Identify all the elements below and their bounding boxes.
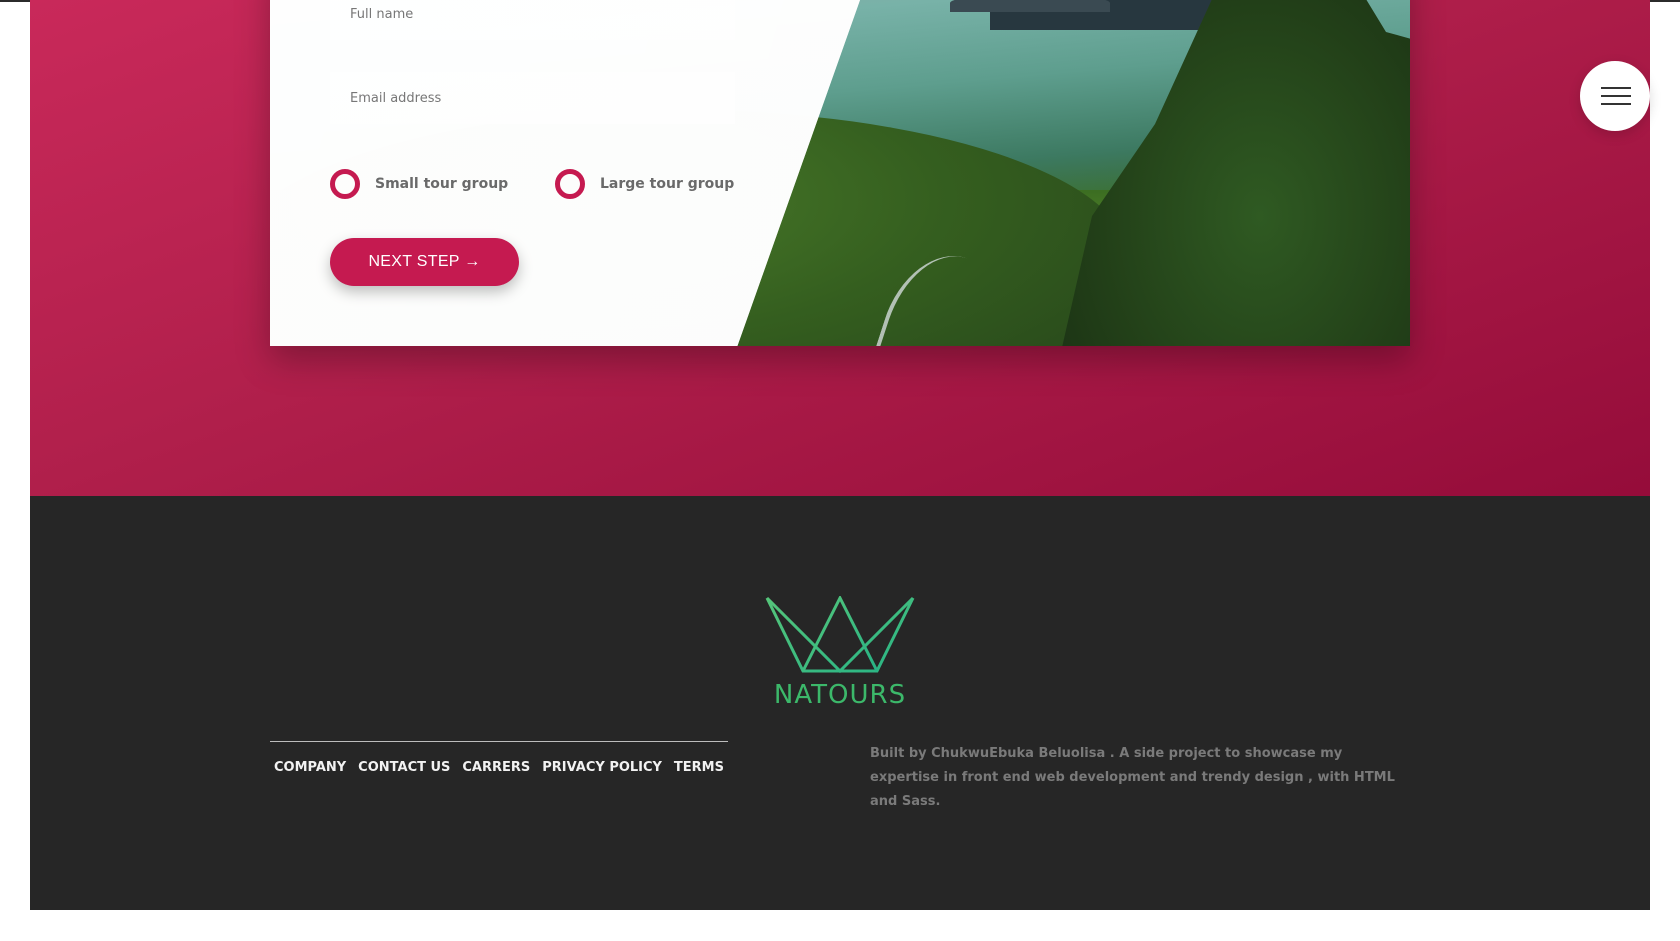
email-input[interactable]: Email address (330, 72, 735, 124)
footer-link-contact-us[interactable]: CONTACT US (358, 760, 450, 775)
footer-link-carrers[interactable]: CARRERS (462, 760, 530, 775)
footer-link-company[interactable]: COMPANY (274, 760, 346, 775)
island-scenery (950, 0, 1110, 12)
hamburger-menu-icon (1601, 87, 1631, 89)
hamburger-menu-icon (1601, 103, 1631, 105)
booking-card: Full name Email address Small tour group… (270, 0, 1410, 346)
natours-logo-icon (765, 596, 915, 674)
radio-large-group[interactable]: Large tour group (555, 169, 734, 199)
footer-nav: COMPANY CONTACT US CARRERS PRIVACY POLIC… (270, 741, 728, 775)
radio-button[interactable] (330, 169, 360, 199)
logo-text: NATOURS (773, 680, 907, 710)
footer-link-terms[interactable]: TERMS (674, 760, 724, 775)
menu-button[interactable] (1580, 61, 1650, 131)
radio-small-label: Small tour group (375, 176, 509, 192)
footer-link-privacy-policy[interactable]: PRIVACY POLICY (542, 760, 662, 775)
page: Full name Email address Small tour group… (30, 0, 1650, 910)
radio-button[interactable] (555, 169, 585, 199)
footer: NATOURS COMPANY CONTACT US CARRERS PRIVA… (30, 496, 1650, 910)
next-step-button[interactable]: NEXT STEP → (330, 238, 519, 286)
footer-credit-text: Built by ChukwuEbuka Beluolisa . A side … (870, 746, 1395, 809)
radio-large-label: Large tour group (600, 176, 735, 192)
booking-section: Full name Email address Small tour group… (30, 0, 1650, 496)
hamburger-menu-icon (1601, 95, 1631, 97)
radio-small-group[interactable]: Small tour group (330, 169, 508, 199)
full-name-input[interactable]: Full name (330, 0, 735, 40)
